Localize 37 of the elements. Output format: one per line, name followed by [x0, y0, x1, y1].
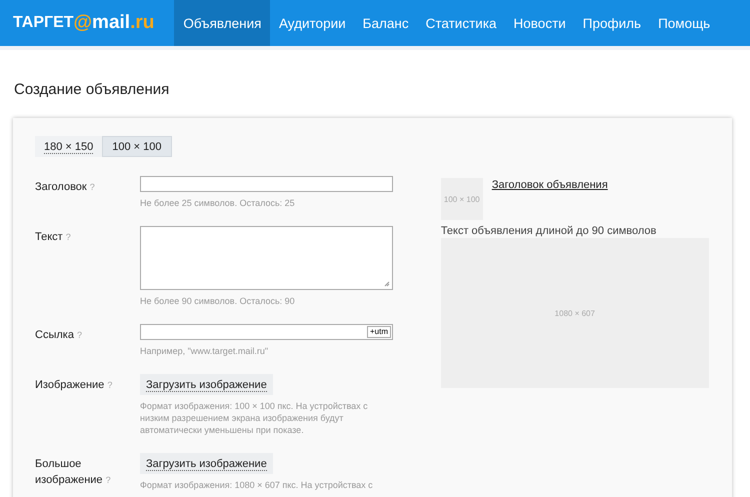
size-text: 100 × 100 — [444, 194, 480, 204]
nav-tab[interactable]: Объявления — [174, 0, 270, 46]
nav-tab[interactable]: Новости — [505, 0, 574, 46]
hint-text: Не более 25 символов. Осталось: 25 — [140, 197, 296, 209]
help-mark[interactable]: ? — [106, 475, 111, 485]
help-mark[interactable]: ? — [77, 330, 82, 340]
upload-button[interactable]: Загрузить изображение — [140, 374, 273, 395]
nav-tab[interactable]: Баланс — [354, 0, 418, 46]
hint-text: Формат изображения: 1080 × 607 пкс. На устройствах с — [140, 479, 374, 491]
hint-text: Например, "www.target.mail.ru" — [140, 345, 270, 357]
nav-tab[interactable]: Помощь — [650, 0, 719, 46]
field-label: Заголовок — [35, 181, 87, 193]
link-field[interactable]: +utm — [140, 324, 393, 340]
upload-button[interactable]: Загрузить изображение — [140, 453, 273, 474]
field-label: Большое изображение — [35, 458, 103, 486]
hint-text: Формат изображения: 100 × 100 пкс. На устройствах с низким разрешением экрана изображения будут автоматически уменьшены при показе. — [140, 400, 369, 436]
nav-tab[interactable]: Аудитории — [270, 0, 354, 46]
help-mark[interactable]: ? — [107, 380, 112, 390]
logo[interactable]: ТАРГЕТ@mail.ru — [0, 0, 174, 46]
utm-button[interactable]: +utm — [366, 326, 391, 338]
resize-grip-icon[interactable] — [384, 281, 390, 287]
field-label: Ссылка — [35, 329, 74, 341]
text-area[interactable] — [140, 226, 393, 290]
nav-tab[interactable]: Профиль — [574, 0, 650, 46]
field-label: Изображение — [35, 379, 104, 391]
nav-tab[interactable]: Статистика — [417, 0, 506, 46]
help-mark[interactable]: ? — [66, 232, 71, 242]
field-label: Текст — [35, 231, 63, 243]
format-tab[interactable]: 100 × 100 — [102, 136, 172, 157]
input-field[interactable] — [140, 176, 393, 192]
ad-headline-link[interactable]: Заголовок объявления — [492, 179, 608, 191]
ad-text: Текст объявления длиной до 90 символов — [440, 225, 658, 238]
format-tab[interactable]: 180 × 150 — [35, 136, 102, 157]
page-title: Создание объявления — [14, 81, 170, 100]
size-text: 1080 × 607 — [554, 308, 595, 318]
help-mark[interactable]: ? — [90, 182, 95, 192]
hint-text: Не более 90 символов. Осталось: 90 — [140, 295, 296, 307]
